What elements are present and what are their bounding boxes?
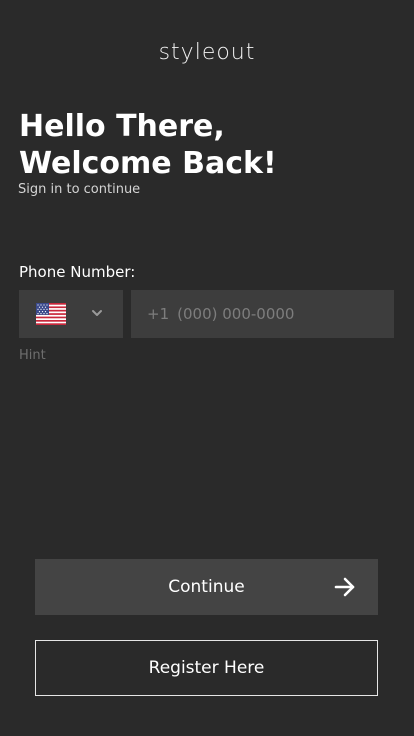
page-subtitle: Sign in to continue xyxy=(18,182,141,197)
login-screen: styleout Hello There, Welcome Back! Sign… xyxy=(0,0,414,736)
chevron-down-icon xyxy=(92,310,102,316)
continue-label: Continue xyxy=(168,577,245,597)
register-button[interactable]: Register Here xyxy=(35,640,378,696)
title-line-1: Hello There, xyxy=(19,109,225,144)
phone-placeholder: (000) 000-0000 xyxy=(177,305,295,323)
page-title: Hello There, Welcome Back! xyxy=(19,108,277,182)
title-line-2: Welcome Back! xyxy=(19,146,277,181)
app-logo: styleout xyxy=(158,40,256,65)
phone-number-label: Phone Number: xyxy=(19,263,136,281)
phone-number-input[interactable]: +1 (000) 000-0000 xyxy=(131,290,394,338)
arrow-right-icon xyxy=(334,577,355,597)
us-flag-icon xyxy=(36,303,66,325)
register-label: Register Here xyxy=(148,658,265,678)
continue-button[interactable]: Continue xyxy=(35,559,378,615)
phone-hint: Hint xyxy=(19,348,46,363)
country-code-select[interactable] xyxy=(19,290,123,338)
phone-prefix: +1 xyxy=(147,305,170,323)
